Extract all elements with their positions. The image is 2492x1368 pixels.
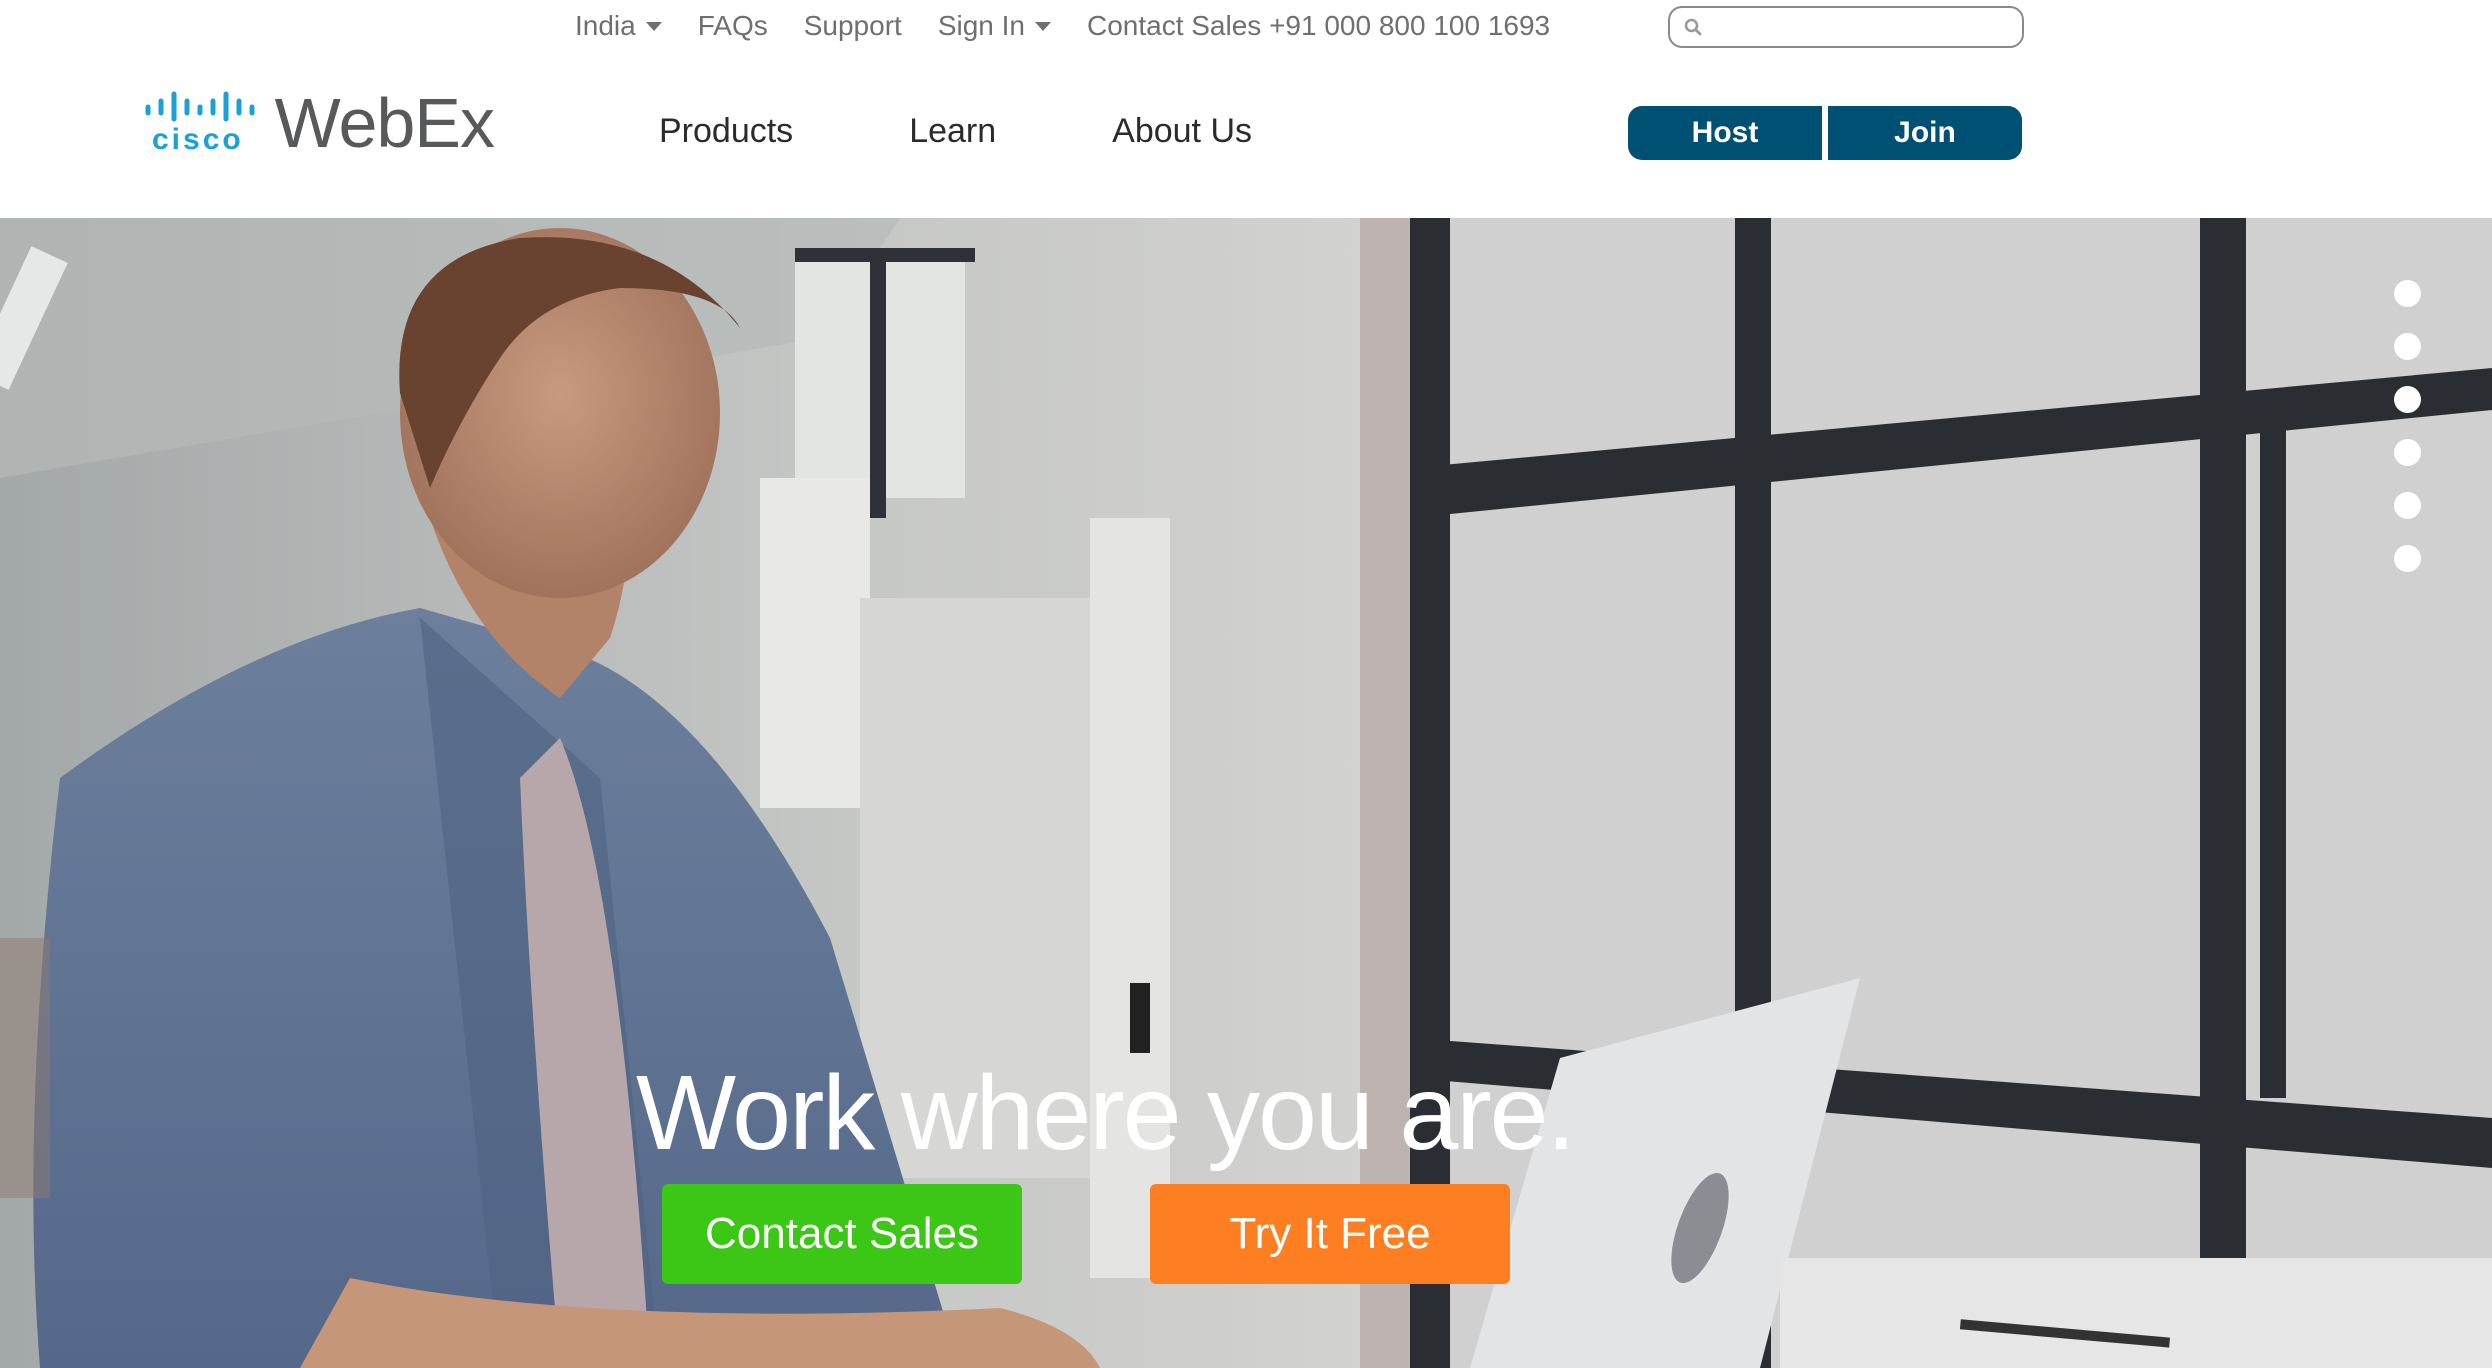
search-box[interactable] [1668,6,2024,48]
carousel-dot-1[interactable] [2394,280,2421,307]
search-icon [1684,18,1702,36]
hero-headline: Work where you are. [636,1054,1576,1172]
country-label: India [575,10,636,41]
nav-products[interactable]: Products [659,112,793,151]
carousel-dot-4[interactable] [2394,439,2421,466]
sign-in-label: Sign In [937,10,1025,41]
carousel-dot-6[interactable] [2394,545,2421,572]
webex-wordmark: WebEx [274,84,495,162]
site-header: India FAQs Support Sign In Contact Sales… [0,0,2492,218]
nav-about-us[interactable]: About Us [1112,112,1252,151]
faqs-link[interactable]: FAQs [698,10,768,42]
cisco-bars-icon [145,91,255,122]
utility-nav: India FAQs Support Sign In Contact Sales… [575,6,1550,46]
carousel-dot-3[interactable] [2394,386,2421,413]
host-join-group: Host Join [1628,106,2022,160]
carousel-dot-2[interactable] [2394,333,2421,360]
caret-down-icon [645,21,662,31]
country-selector[interactable]: India [575,10,662,42]
nav-learn[interactable]: Learn [909,112,996,151]
search-input[interactable] [1710,12,2014,44]
cisco-wordmark: cisco [152,123,244,156]
faqs-label: FAQs [697,10,768,41]
hero-carousel: Work where you are. Contact Sales Try It… [0,218,2492,1368]
cisco-logo: cisco [144,91,255,156]
contact-sales-button[interactable]: Contact Sales [662,1184,1022,1284]
contact-sales-phone[interactable]: Contact Sales +91 000 800 100 1693 [1087,10,1550,42]
carousel-pagination [2394,280,2421,572]
host-button[interactable]: Host [1628,106,1822,160]
carousel-dot-5[interactable] [2394,492,2421,519]
contact-sales-phone-label: Contact Sales +91 000 800 100 1693 [1086,10,1551,41]
main-nav: Products Learn About Us [659,112,1252,151]
sign-in-menu[interactable]: Sign In [938,10,1051,42]
try-it-free-button[interactable]: Try It Free [1150,1184,1510,1284]
support-label: Support [803,10,902,41]
try-it-free-label: Try It Free [1229,1209,1431,1258]
join-button[interactable]: Join [1828,106,2022,160]
contact-sales-label: Contact Sales [705,1209,979,1258]
cisco-webex-logo[interactable]: cisco WebEx [144,84,495,162]
support-link[interactable]: Support [804,10,902,42]
caret-down-icon [1034,21,1051,31]
